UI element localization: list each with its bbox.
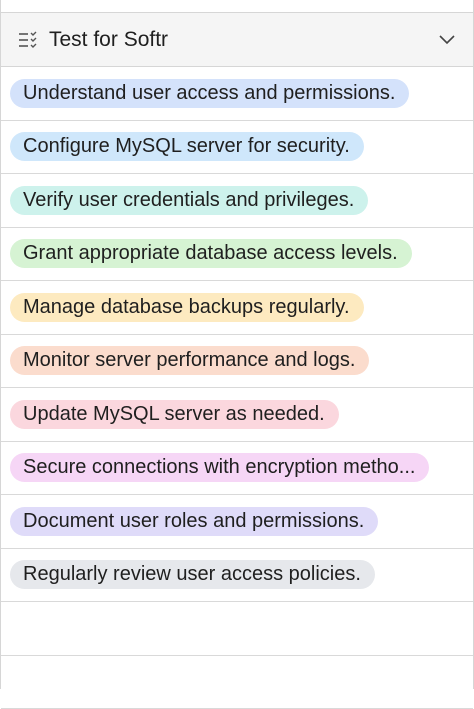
tag-pill: Monitor server performance and logs. [10, 346, 369, 375]
tag-pill: Secure connections with encryption metho… [10, 453, 429, 482]
tag-pill: Document user roles and permissions. [10, 507, 378, 536]
tag-pill: Regularly review user access policies. [10, 560, 375, 589]
row-list: Understand user access and permissions. … [1, 67, 473, 709]
tag-pill: Verify user credentials and privileges. [10, 186, 368, 215]
tag-pill: Update MySQL server as needed. [10, 400, 339, 429]
grid-top-edge [1, 0, 473, 13]
table-row[interactable]: Configure MySQL server for security. [1, 121, 473, 175]
chevron-down-icon[interactable] [437, 30, 457, 50]
tag-pill: Grant appropriate database access levels… [10, 239, 412, 268]
table-row[interactable]: Regularly review user access policies. [1, 549, 473, 603]
empty-row[interactable] [1, 602, 473, 656]
table-row[interactable]: Grant appropriate database access levels… [1, 228, 473, 282]
column-title: Test for Softr [49, 28, 437, 52]
table-row[interactable]: Monitor server performance and logs. [1, 335, 473, 389]
table-row[interactable]: Manage database backups regularly. [1, 281, 473, 335]
table-row[interactable]: Verify user credentials and privileges. [1, 174, 473, 228]
data-grid: Test for Softr Understand user access an… [0, 0, 474, 689]
table-row[interactable]: Document user roles and permissions. [1, 495, 473, 549]
tag-pill: Manage database backups regularly. [10, 293, 364, 322]
table-row[interactable]: Understand user access and permissions. [1, 67, 473, 121]
table-row[interactable]: Secure connections with encryption metho… [1, 442, 473, 496]
empty-row[interactable] [1, 656, 473, 709]
column-header[interactable]: Test for Softr [1, 13, 473, 67]
multi-select-field-icon [17, 29, 39, 51]
tag-pill: Configure MySQL server for security. [10, 132, 364, 161]
table-row[interactable]: Update MySQL server as needed. [1, 388, 473, 442]
tag-pill: Understand user access and permissions. [10, 79, 409, 108]
